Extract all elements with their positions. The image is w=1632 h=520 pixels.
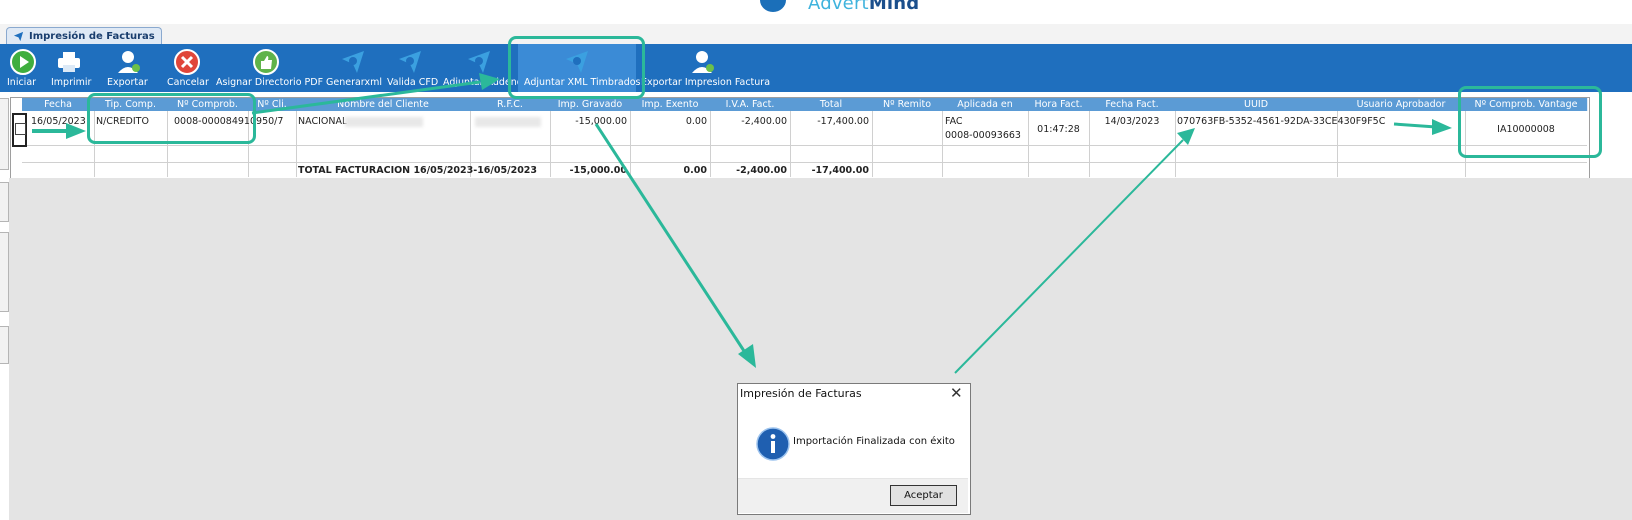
arrowhead-icon	[1432, 119, 1452, 135]
arrow	[251, 80, 481, 115]
arrowhead-icon	[66, 123, 86, 139]
arrow	[1393, 122, 1437, 129]
annotation-arrows	[32, 73, 1452, 374]
arrowhead-icon	[479, 73, 500, 90]
arrow	[954, 139, 1184, 374]
arrow	[594, 123, 748, 355]
